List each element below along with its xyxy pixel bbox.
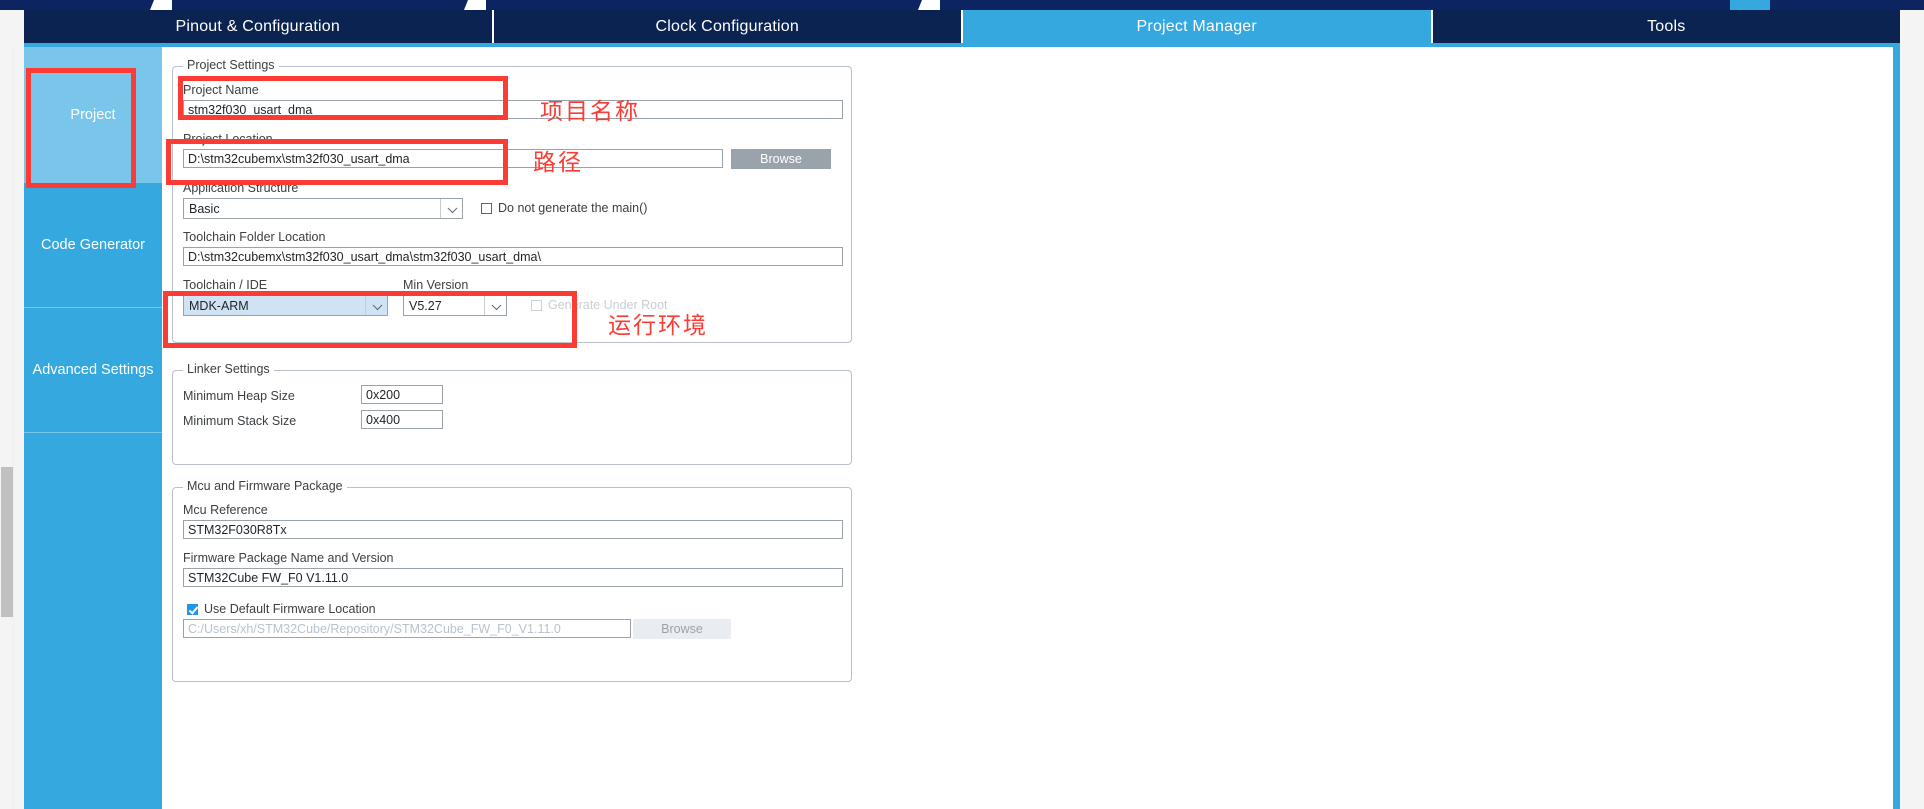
sidebar-item-project[interactable]: Project (24, 47, 162, 183)
linker-settings-title: Linker Settings (183, 362, 274, 376)
mcu-firmware-title: Mcu and Firmware Package (183, 479, 347, 493)
minimum-heap-size-input[interactable]: 0x200 (361, 385, 443, 404)
app-window: Pinout & Configuration Clock Configurati… (0, 0, 1924, 809)
do-not-generate-main-label: Do not generate the main() (498, 201, 648, 215)
mcu-reference-input[interactable]: STM32F030R8Tx (183, 520, 843, 539)
left-scrollbar-thumb[interactable] (1, 467, 13, 617)
chevron-down-icon (372, 299, 383, 310)
min-version-select[interactable]: V5.27 (403, 295, 507, 316)
sidebar-item-label: Code Generator (41, 237, 145, 253)
toolchain-ide-select[interactable]: MDK-ARM (183, 295, 388, 316)
toolchain-ide-value: MDK-ARM (189, 298, 249, 313)
project-location-label: Project Location (183, 132, 273, 146)
combo-separator (440, 199, 441, 218)
chevron-down-icon (447, 202, 458, 213)
linker-settings-group: Linker Settings Minimum Heap Size 0x200 … (172, 362, 852, 465)
application-structure-value: Basic (189, 201, 220, 216)
tab-label: Clock Configuration (655, 17, 799, 35)
main-tab-bar: Pinout & Configuration Clock Configurati… (24, 10, 1900, 43)
top-ribbon-sliver (0, 0, 1924, 10)
project-settings-title: Project Settings (183, 58, 279, 72)
firmware-package-input[interactable]: STM32Cube FW_F0 V1.11.0 (183, 568, 843, 587)
min-version-label: Min Version (403, 278, 469, 292)
generate-under-root-label: Generate Under Root (548, 298, 668, 312)
minimum-stack-size-label: Minimum Stack Size (183, 414, 297, 428)
application-structure-label: Application Structure (183, 181, 299, 195)
sidebar-item-label: Advanced Settings (32, 362, 154, 378)
sidebar-item-label: Project (70, 106, 116, 123)
project-location-input[interactable]: D:\stm32cubemx\stm32f030_usart_dma (183, 149, 723, 168)
project-name-label: Project Name (183, 83, 259, 97)
application-structure-select[interactable]: Basic (183, 198, 463, 219)
combo-separator (484, 296, 485, 315)
firmware-location-browse-button[interactable]: Browse (633, 619, 731, 639)
project-settings-group: Project Settings Project Name stm32f030_… (172, 58, 852, 343)
left-scrollbar-track[interactable] (0, 47, 14, 809)
tab-label: Project Manager (1136, 17, 1257, 35)
checkbox-box (531, 299, 542, 311)
tab-project-manager[interactable]: Project Manager (963, 10, 1433, 43)
checkbox-box (481, 202, 492, 214)
tab-label: Tools (1647, 17, 1686, 35)
combo-separator (365, 296, 366, 315)
min-version-value: V5.27 (409, 298, 442, 313)
toolchain-folder-label: Toolchain Folder Location (183, 230, 326, 244)
generate-under-root-checkbox[interactable]: Generate Under Root (531, 298, 668, 312)
mcu-firmware-package-group: Mcu and Firmware Package Mcu Reference S… (172, 479, 852, 682)
sidebar-item-advanced-settings[interactable]: Advanced Settings (24, 308, 162, 433)
toolchain-folder-input[interactable]: D:\stm32cubemx\stm32f030_usart_dma\stm32… (183, 247, 843, 266)
tab-tools[interactable]: Tools (1432, 10, 1900, 43)
firmware-location-input[interactable]: C:/Users/xh/STM32Cube/Repository/STM32Cu… (183, 619, 631, 638)
do-not-generate-main-checkbox[interactable]: Do not generate the main() (481, 201, 647, 215)
project-name-input[interactable]: stm32f030_usart_dma (183, 100, 843, 119)
use-default-firmware-location-label: Use Default Firmware Location (204, 602, 376, 616)
checkbox-box (187, 603, 198, 615)
chevron-down-icon (491, 299, 502, 310)
tab-label: Pinout & Configuration (175, 17, 340, 35)
firmware-package-label: Firmware Package Name and Version (183, 551, 394, 565)
toolchain-ide-label: Toolchain / IDE (183, 278, 268, 292)
use-default-firmware-location-checkbox[interactable]: Use Default Firmware Location (187, 602, 376, 616)
project-location-browse-button[interactable]: Browse (731, 149, 831, 169)
minimum-heap-size-label: Minimum Heap Size (183, 389, 295, 403)
category-sidebar: Project Code Generator Advanced Settings (24, 47, 162, 809)
sidebar-item-code-generator[interactable]: Code Generator (24, 183, 162, 308)
tab-pinout-configuration[interactable]: Pinout & Configuration (24, 10, 494, 43)
mcu-reference-label: Mcu Reference (183, 503, 268, 517)
sidebar-filler (24, 433, 162, 809)
tab-clock-configuration[interactable]: Clock Configuration (493, 10, 963, 43)
minimum-stack-size-input[interactable]: 0x400 (361, 410, 443, 429)
